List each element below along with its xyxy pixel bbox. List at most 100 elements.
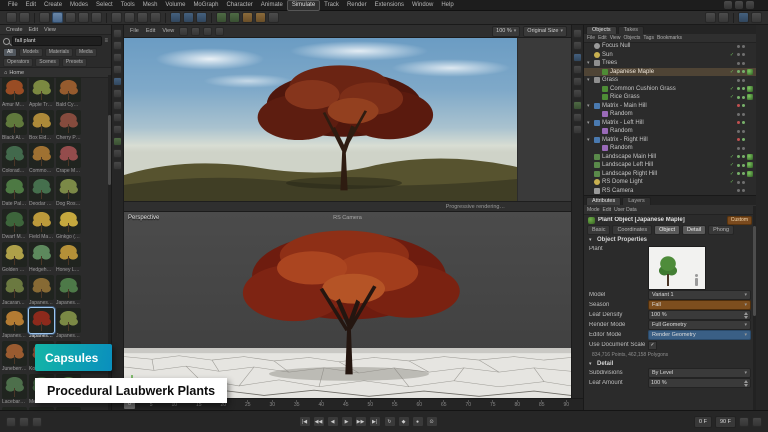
visibility-dot-editor[interactable] bbox=[737, 87, 740, 90]
expand-caret-icon[interactable]: ▾ bbox=[587, 136, 592, 144]
viewport-label[interactable]: Perspective bbox=[128, 215, 159, 221]
panel-tab[interactable]: Attributes bbox=[586, 197, 621, 205]
attribute-tab[interactable]: Phong bbox=[708, 225, 734, 235]
convert-icon[interactable] bbox=[113, 29, 122, 38]
menu-item[interactable]: Render bbox=[343, 1, 371, 10]
asset-item[interactable]: Ginkgo (Fall Plant) bbox=[56, 209, 81, 240]
season-select[interactable]: Fall ▾ bbox=[648, 300, 751, 310]
enabled-check-icon[interactable]: ✓ bbox=[729, 171, 735, 177]
editor-mode-select[interactable]: Render Geometry ▾ bbox=[648, 330, 751, 340]
panel-tab[interactable]: Objects bbox=[586, 26, 617, 34]
visibility-dot-render[interactable] bbox=[742, 130, 745, 133]
asset-item[interactable]: Deodar Cedar (Fall Plant) bbox=[29, 176, 54, 207]
transport-button[interactable]: ▶▶ bbox=[355, 416, 367, 427]
side-toolbar-icon[interactable] bbox=[573, 125, 582, 134]
asset-item[interactable]: Bald Cypress (Fall Plant) bbox=[56, 77, 81, 108]
menu-item[interactable]: Tools bbox=[117, 1, 139, 10]
visibility-dot-render[interactable] bbox=[742, 62, 745, 65]
start-frame-field[interactable]: 0 F bbox=[694, 416, 712, 428]
object-row[interactable]: Common Cushion Grass ✓ bbox=[584, 85, 756, 94]
polygons-mode-icon[interactable] bbox=[113, 101, 122, 110]
keyframe-selection-icon[interactable] bbox=[19, 417, 29, 427]
asset-menu-item[interactable]: View bbox=[42, 27, 58, 33]
live-selection-icon[interactable] bbox=[39, 12, 50, 23]
asset-item[interactable]: Apple Tree (Fall Plant) bbox=[29, 77, 54, 108]
visibility-dot-render[interactable] bbox=[742, 79, 745, 82]
panel-tab[interactable]: Takes bbox=[618, 26, 644, 34]
plant-preview-thumbnail[interactable] bbox=[648, 246, 706, 290]
object-row[interactable]: Random bbox=[584, 110, 756, 119]
asset-filter-chip[interactable]: Presets bbox=[62, 58, 87, 67]
fields-icon[interactable] bbox=[268, 12, 279, 23]
layout-switch-icon[interactable] bbox=[738, 12, 749, 23]
object-menu-item[interactable]: Bookmarks bbox=[657, 35, 682, 41]
asset-search-input[interactable] bbox=[12, 36, 102, 46]
object-row[interactable]: RS Dome Light ✓ bbox=[584, 178, 756, 187]
uv-mode-icon[interactable] bbox=[113, 65, 122, 74]
menu-item[interactable]: Character bbox=[222, 1, 256, 10]
visibility-dot-editor[interactable] bbox=[737, 164, 740, 167]
region-render-icon[interactable] bbox=[203, 27, 212, 36]
visibility-dot-editor[interactable] bbox=[737, 62, 740, 65]
asset-item[interactable]: Honey Locust (Fall Plant) bbox=[56, 242, 81, 273]
visibility-dot-editor[interactable] bbox=[737, 181, 740, 184]
workplane-icon[interactable] bbox=[718, 12, 729, 23]
material-tag-icon[interactable] bbox=[747, 69, 753, 75]
extrude-icon[interactable] bbox=[229, 12, 240, 23]
asset-item[interactable]: Box Elder (Fall Plant) bbox=[29, 110, 54, 141]
move-tool-icon[interactable] bbox=[52, 12, 63, 23]
menu-item[interactable]: Help bbox=[437, 1, 457, 10]
asset-filter-chip[interactable]: All bbox=[3, 48, 17, 57]
visibility-dot-render[interactable] bbox=[742, 70, 745, 73]
zoom-select[interactable]: 100 % ▾ bbox=[492, 26, 520, 37]
visibility-dot-editor[interactable] bbox=[737, 147, 740, 150]
mograph-icon[interactable] bbox=[255, 12, 266, 23]
visibility-dot-render[interactable] bbox=[742, 96, 745, 99]
transport-button[interactable]: ◀ bbox=[327, 416, 339, 427]
attribute-tab[interactable]: Detail bbox=[682, 225, 706, 235]
asset-item[interactable]: Cherry Plum (Fall Plant) bbox=[56, 110, 81, 141]
enabled-check-icon[interactable]: ✓ bbox=[729, 52, 735, 58]
enabled-check-icon[interactable]: ✓ bbox=[729, 94, 735, 100]
visibility-dot-render[interactable] bbox=[742, 189, 745, 192]
visibility-dot-render[interactable] bbox=[742, 104, 745, 107]
visibility-dot-editor[interactable] bbox=[737, 172, 740, 175]
visibility-dot-render[interactable] bbox=[742, 181, 745, 184]
fit-select[interactable]: Original Size ▾ bbox=[523, 26, 567, 37]
menu-item[interactable]: Create bbox=[40, 1, 66, 10]
asset-item[interactable]: Date Palm (Fall Plant) bbox=[2, 176, 27, 207]
asset-item[interactable]: Hedgehog Agave (Fall P… bbox=[29, 242, 54, 273]
asset-menu-item[interactable]: Edit bbox=[27, 27, 40, 33]
object-menu-item[interactable]: Tags bbox=[643, 35, 654, 41]
visibility-dot-editor[interactable] bbox=[737, 113, 740, 116]
layout-icon[interactable] bbox=[724, 1, 732, 9]
object-row[interactable]: Sun ✓ bbox=[584, 51, 756, 60]
enabled-check-icon[interactable]: ✓ bbox=[729, 154, 735, 160]
menu-item[interactable]: Edit bbox=[22, 1, 40, 10]
record-button[interactable]: ◆ bbox=[398, 416, 410, 427]
compare-icon[interactable] bbox=[191, 27, 200, 36]
rotate-tool-icon[interactable] bbox=[78, 12, 89, 23]
object-row[interactable]: Random bbox=[584, 127, 756, 136]
axis-lock-z-icon[interactable] bbox=[137, 12, 148, 23]
expand-caret-icon[interactable]: ▾ bbox=[587, 119, 592, 127]
menu-item[interactable]: Animate bbox=[257, 1, 287, 10]
render-mode-select[interactable]: Full Geometry ▾ bbox=[648, 320, 751, 330]
asset-filter-chip[interactable]: Materials bbox=[45, 48, 73, 57]
material-tag-icon[interactable] bbox=[747, 86, 753, 92]
object-row[interactable]: Landscape Right Hill ✓ bbox=[584, 170, 756, 179]
side-toolbar-icon[interactable] bbox=[573, 65, 582, 74]
object-row[interactable]: ▾ Matrix - Right Hill bbox=[584, 136, 756, 145]
asset-item[interactable]: Japanese Snowbell (Fall… bbox=[56, 308, 81, 339]
visibility-dot-render[interactable] bbox=[742, 87, 745, 90]
visibility-dot-render[interactable] bbox=[742, 155, 745, 158]
enabled-check-icon[interactable]: ✓ bbox=[729, 69, 735, 75]
visibility-dot-render[interactable] bbox=[742, 113, 745, 116]
pause-render-icon[interactable] bbox=[215, 27, 224, 36]
asset-item[interactable]: Field Maple (Fall Plant) bbox=[29, 209, 54, 240]
axis-lock-y-icon[interactable] bbox=[124, 12, 135, 23]
transport-button[interactable]: ▶| bbox=[369, 416, 381, 427]
menu-item[interactable]: Mesh bbox=[139, 1, 162, 10]
customize-icon[interactable] bbox=[751, 12, 762, 23]
asset-item[interactable]: Japanese Maple (Fall Pl… bbox=[29, 308, 54, 339]
